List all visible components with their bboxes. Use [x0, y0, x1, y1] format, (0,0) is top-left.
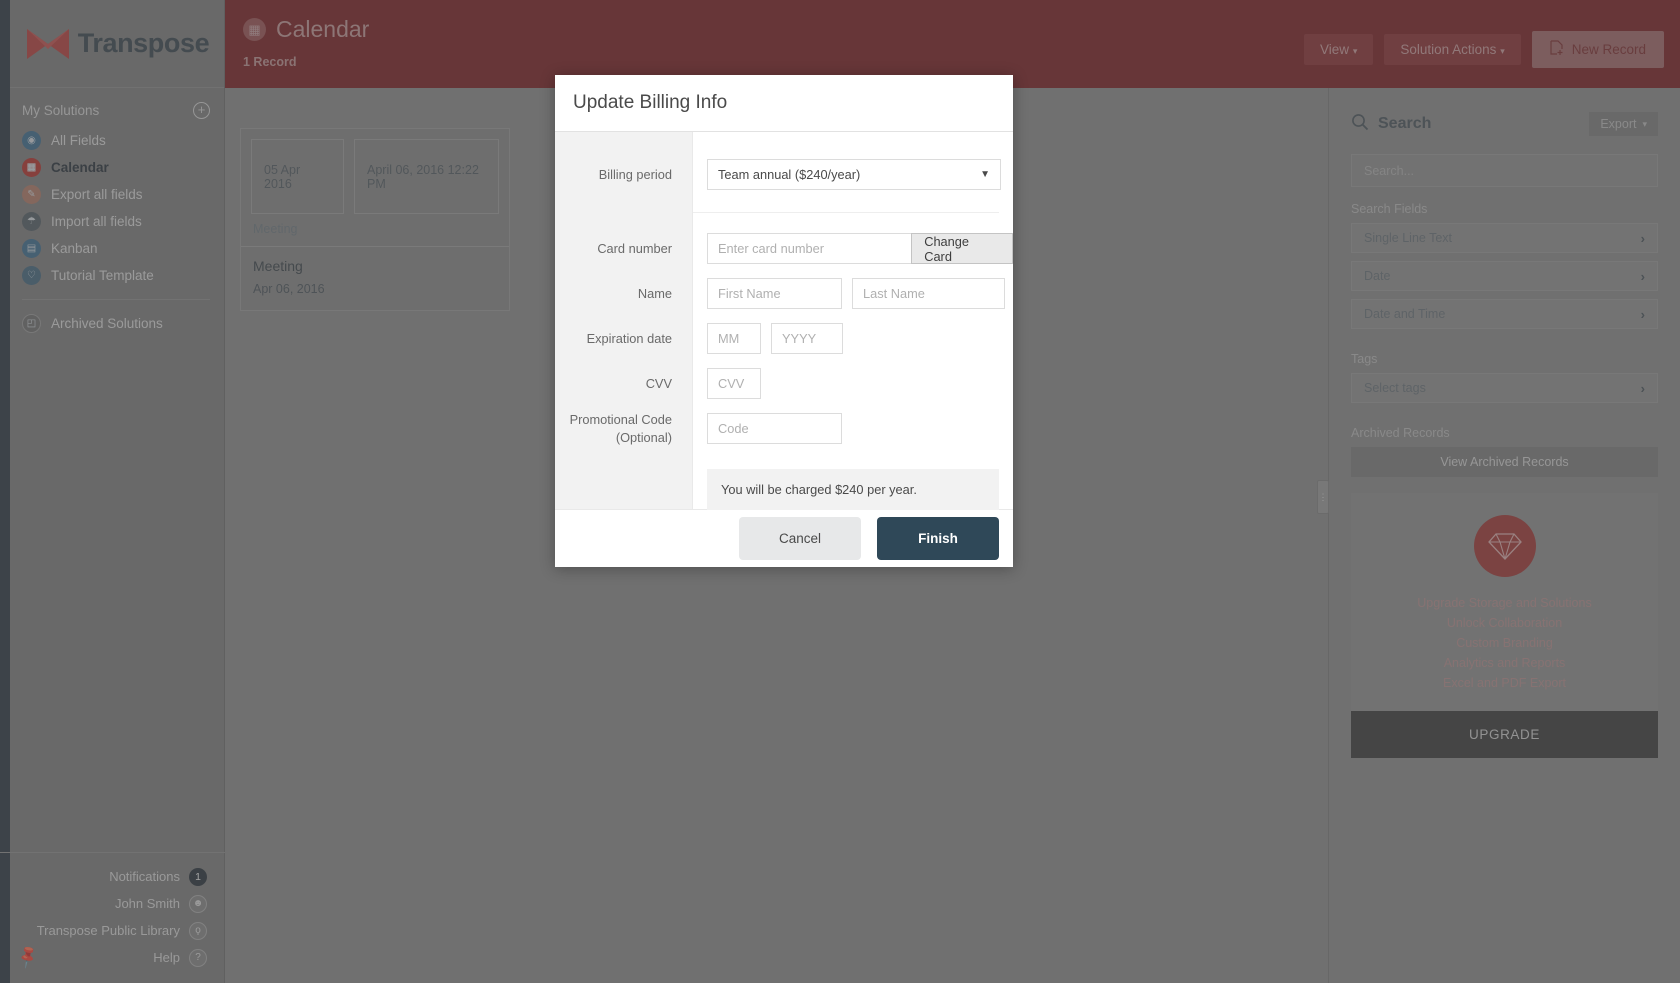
card-number-row: Enter card number Change Card: [693, 226, 1013, 271]
promo-line-2: (Optional): [615, 429, 672, 445]
promotional-code-row: Code: [693, 406, 1013, 451]
name-row: First Name Last Name: [693, 271, 1013, 316]
cvv-label: CVV: [645, 376, 672, 391]
modal-header: Update Billing Info: [555, 75, 1013, 132]
card-number-input[interactable]: Enter card number: [707, 233, 912, 264]
code-placeholder: Code: [718, 421, 749, 436]
name-label: Name: [637, 286, 672, 301]
last-name-input[interactable]: Last Name: [852, 278, 1005, 309]
finish-button[interactable]: Finish: [877, 517, 999, 560]
billing-period-select[interactable]: Team annual ($240/year) ▼: [707, 159, 1001, 190]
charge-note: You will be charged $240 per year.: [707, 469, 999, 510]
modal-field-column: Team annual ($240/year) ▼ Enter card num…: [693, 132, 1013, 510]
expiration-date-row: MM YYYY: [693, 316, 1013, 361]
field-divider: [693, 212, 999, 213]
cvv-row: CVV: [693, 361, 1013, 406]
promotional-code-label: Promotional Code (Optional): [555, 406, 692, 451]
update-billing-info-modal: Update Billing Info Billing period Card …: [555, 75, 1013, 567]
modal-title: Update Billing Info: [573, 92, 728, 113]
change-card-button[interactable]: Change Card: [911, 233, 1013, 264]
expiration-month-input[interactable]: MM: [707, 323, 761, 354]
billing-period-row: Team annual ($240/year) ▼: [693, 150, 1013, 199]
expiration-date-label: Expiration date: [586, 331, 672, 346]
mm-placeholder: MM: [718, 331, 740, 346]
billing-period-value: Team annual ($240/year): [718, 167, 861, 182]
cancel-button[interactable]: Cancel: [739, 517, 861, 560]
expiration-year-input[interactable]: YYYY: [771, 323, 843, 354]
cvv-input[interactable]: CVV: [707, 368, 761, 399]
card-number-label: Card number: [597, 241, 672, 256]
cvv-placeholder: CVV: [718, 376, 745, 391]
billing-period-label: Billing period: [598, 167, 672, 182]
last-name-placeholder: Last Name: [863, 286, 925, 301]
promotional-code-input[interactable]: Code: [707, 413, 842, 444]
first-name-input[interactable]: First Name: [707, 278, 842, 309]
modal-label-column: Billing period Card number Name Expirati…: [555, 132, 693, 509]
chevron-down-icon: ▼: [980, 169, 990, 180]
first-name-placeholder: First Name: [718, 286, 781, 301]
card-number-placeholder: Enter card number: [718, 241, 824, 256]
modal-body: Billing period Card number Name Expirati…: [555, 132, 1013, 510]
promo-line-1: Promotional Code: [569, 412, 672, 428]
modal-footer: Cancel Finish: [555, 509, 1013, 567]
yyyy-placeholder: YYYY: [782, 331, 817, 346]
